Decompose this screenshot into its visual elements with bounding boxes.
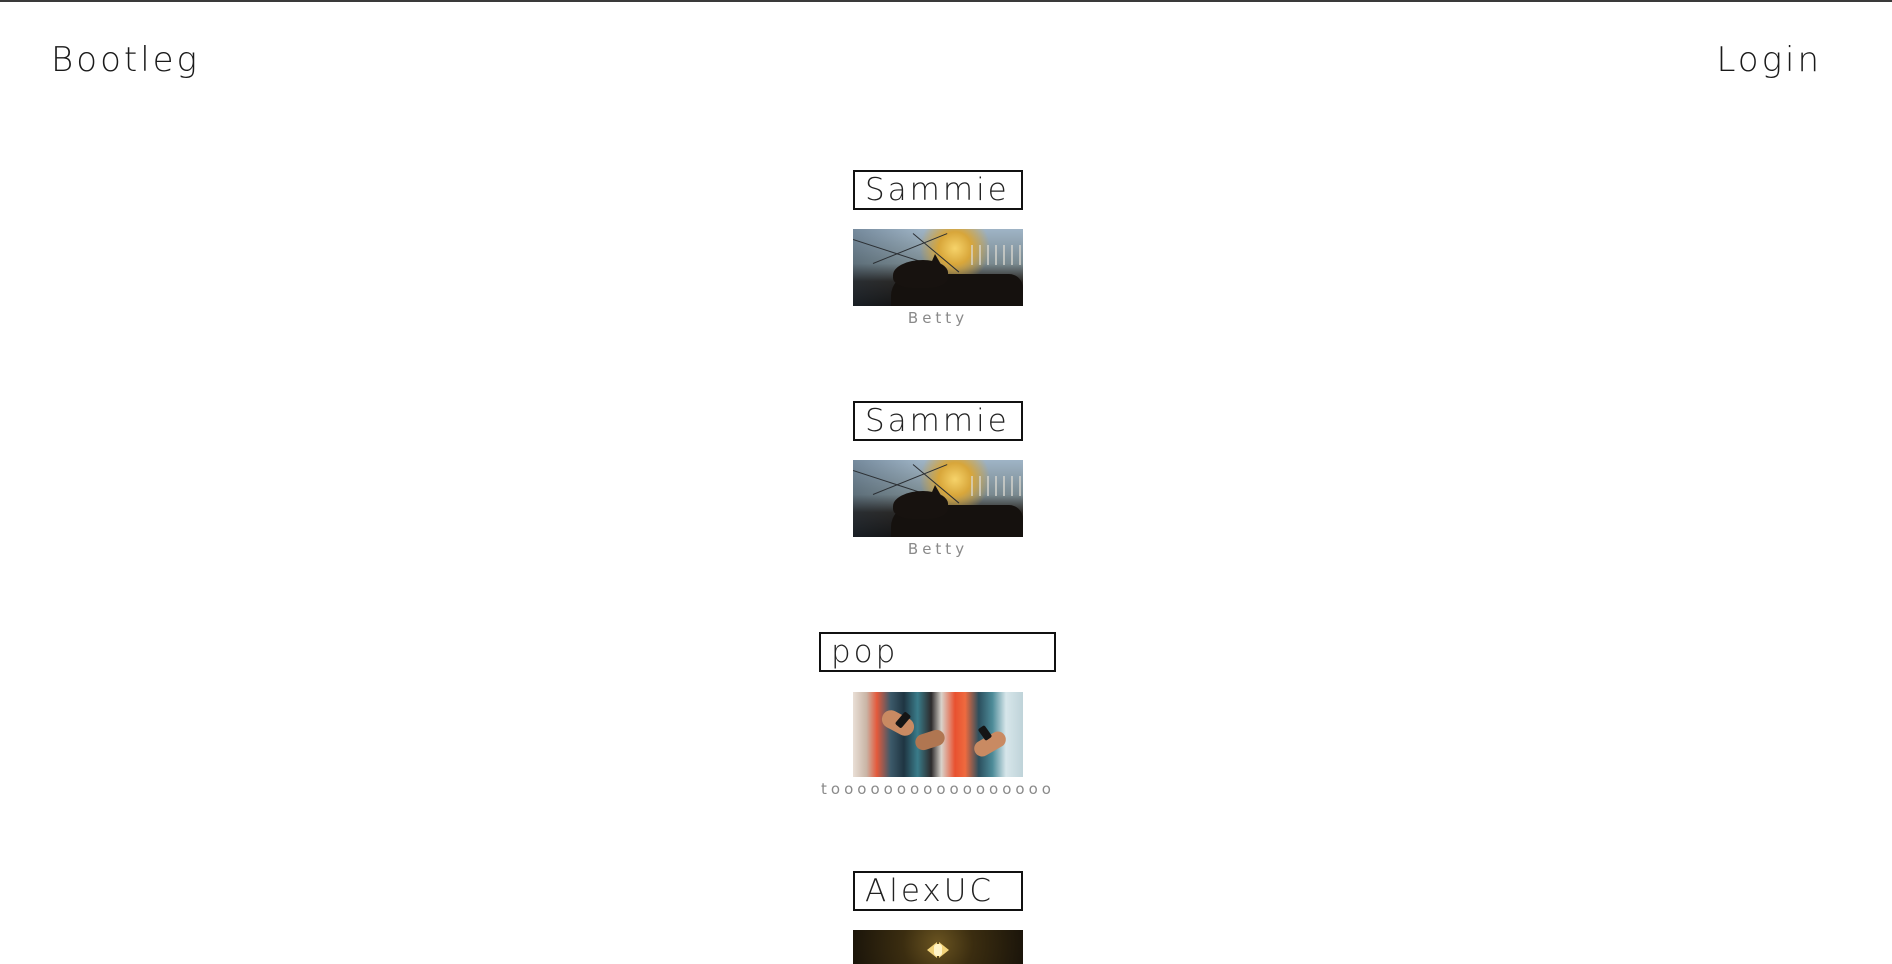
- post-title[interactable]: pop: [819, 632, 1056, 672]
- emblem-core: [934, 944, 942, 956]
- hand-shape: [913, 727, 947, 753]
- post-feed: Sammie Betty Sammie Betty pop tooooooooo…: [0, 0, 1892, 964]
- post-image-phones[interactable]: [853, 692, 1023, 777]
- dog-ear-silhouette: [929, 485, 943, 499]
- post-image-emblem[interactable]: [853, 930, 1023, 964]
- post-image-dog[interactable]: [853, 460, 1023, 537]
- fence-shape: [971, 245, 1023, 265]
- post-image-dog[interactable]: [853, 229, 1023, 306]
- post-title[interactable]: Sammie: [853, 170, 1023, 210]
- post-caption: Betty: [907, 309, 969, 327]
- post-title[interactable]: AlexUC: [853, 871, 1023, 911]
- post-title[interactable]: Sammie: [853, 401, 1023, 441]
- dog-ear-silhouette: [929, 254, 943, 268]
- post-caption: tooooooooooooooooo: [821, 780, 1055, 798]
- post-caption: Betty: [907, 540, 969, 558]
- fence-shape: [971, 476, 1023, 496]
